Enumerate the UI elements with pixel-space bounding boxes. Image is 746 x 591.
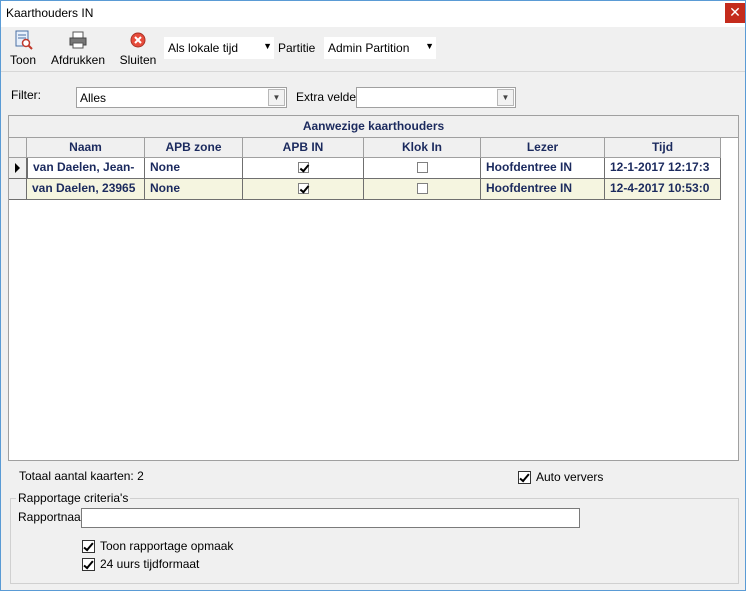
cardholders-grid[interactable]: Aanwezige kaarthouders Naam APB zone APB… — [8, 115, 739, 461]
window-close-button[interactable]: ✕ — [725, 3, 745, 23]
chevron-down-icon: ▼ — [263, 41, 272, 51]
chevron-down-icon: ▼ — [425, 41, 434, 51]
auto-refresh-toggle[interactable]: Auto ververs — [518, 470, 603, 484]
cell-naam[interactable]: van Daelen, Jean- — [27, 158, 145, 179]
printer-icon — [69, 31, 87, 49]
current-row-icon — [15, 163, 20, 173]
time-mode-select[interactable]: Als lokale tijd ▼ — [164, 37, 274, 59]
filter-label: Filter: — [11, 88, 41, 102]
row-selector[interactable] — [9, 158, 27, 179]
title-bar: Kaarthouders IN ✕ — [1, 1, 745, 27]
klok-in-checkbox[interactable] — [416, 162, 428, 174]
show-layout-toggle[interactable]: Toon rapportage opmaak — [82, 539, 233, 553]
column-header-lezer[interactable]: Lezer — [481, 138, 605, 158]
table-row[interactable]: van Daelen, Jean- None Hoofdentree IN 12… — [9, 158, 738, 179]
show-button[interactable]: Toon — [7, 29, 39, 67]
total-cards-text: Totaal aantal kaarten: 2 — [19, 469, 144, 483]
cell-klok-in[interactable] — [364, 158, 481, 179]
chevron-down-icon[interactable]: ▼ — [497, 89, 514, 106]
report-name-input[interactable] — [81, 508, 580, 528]
cell-lezer[interactable]: Hoofdentree IN — [481, 179, 605, 200]
apb-in-checkbox[interactable] — [297, 162, 309, 174]
close-button[interactable]: Sluiten — [117, 29, 159, 67]
apb-in-checkbox[interactable] — [297, 183, 309, 195]
extra-fields-label: Extra velden — [296, 90, 363, 104]
toolbar: Toon Afdrukken Sluiten Als lokale tijd ▼… — [1, 27, 745, 69]
show-layout-checkbox[interactable] — [82, 539, 95, 553]
chevron-down-icon[interactable]: ▼ — [268, 89, 285, 106]
time24-toggle[interactable]: 24 uurs tijdformaat — [82, 557, 199, 571]
window: Kaarthouders IN ✕ Toon Afdrukken Sluiten… — [0, 0, 746, 591]
grid-caption: Aanwezige kaarthouders — [9, 116, 738, 138]
cell-apb-zone[interactable]: None — [145, 158, 243, 179]
filter-value: Alles — [80, 91, 107, 105]
row-selector[interactable] — [9, 179, 27, 200]
filter-select[interactable]: Alles ▼ — [76, 87, 287, 108]
klok-in-checkbox[interactable] — [416, 183, 428, 195]
table-row[interactable]: van Daelen, 23965 None Hoofdentree IN 12… — [9, 179, 738, 200]
print-button[interactable]: Afdrukken — [48, 29, 108, 67]
window-title: Kaarthouders IN — [6, 6, 94, 20]
time24-label: 24 uurs tijdformaat — [100, 557, 200, 571]
cell-tijd[interactable]: 12-1-2017 12:17:3 — [605, 158, 721, 179]
document-view-icon — [15, 30, 33, 50]
column-header-klok-in[interactable]: Klok In — [364, 138, 481, 158]
toolbar-divider — [1, 71, 745, 72]
show-layout-label: Toon rapportage opmaak — [100, 539, 234, 553]
extra-fields-select[interactable]: ▼ — [356, 87, 516, 108]
cell-apb-zone[interactable]: None — [145, 179, 243, 200]
column-header-naam[interactable]: Naam — [27, 138, 145, 158]
column-header-apb-in[interactable]: APB IN — [243, 138, 364, 158]
print-label: Afdrukken — [50, 53, 106, 67]
report-criteria-legend: Rapportage criteria's — [16, 491, 131, 505]
column-header-tijd[interactable]: Tijd — [605, 138, 721, 158]
time24-checkbox[interactable] — [82, 557, 95, 571]
auto-refresh-checkbox[interactable] — [518, 470, 531, 484]
row-header-corner — [9, 138, 27, 158]
cell-lezer[interactable]: Hoofdentree IN — [481, 158, 605, 179]
cell-apb-in[interactable] — [243, 158, 364, 179]
partition-label: Partitie — [278, 41, 316, 55]
partition-select[interactable]: Admin Partition ▼ — [324, 37, 436, 59]
report-name-label: Rapportnaam — [18, 510, 91, 524]
close-circle-icon — [130, 32, 146, 48]
close-label: Sluiten — [119, 53, 157, 67]
cell-tijd[interactable]: 12-4-2017 10:53:0 — [605, 179, 721, 200]
partition-value: Admin Partition — [328, 41, 410, 55]
auto-refresh-label: Auto ververs — [536, 470, 604, 484]
cell-naam[interactable]: van Daelen, 23965 — [27, 179, 145, 200]
show-label: Toon — [9, 53, 37, 67]
cell-apb-in[interactable] — [243, 179, 364, 200]
time-mode-value: Als lokale tijd — [168, 41, 239, 55]
cell-klok-in[interactable] — [364, 179, 481, 200]
column-header-apb-zone[interactable]: APB zone — [145, 138, 243, 158]
